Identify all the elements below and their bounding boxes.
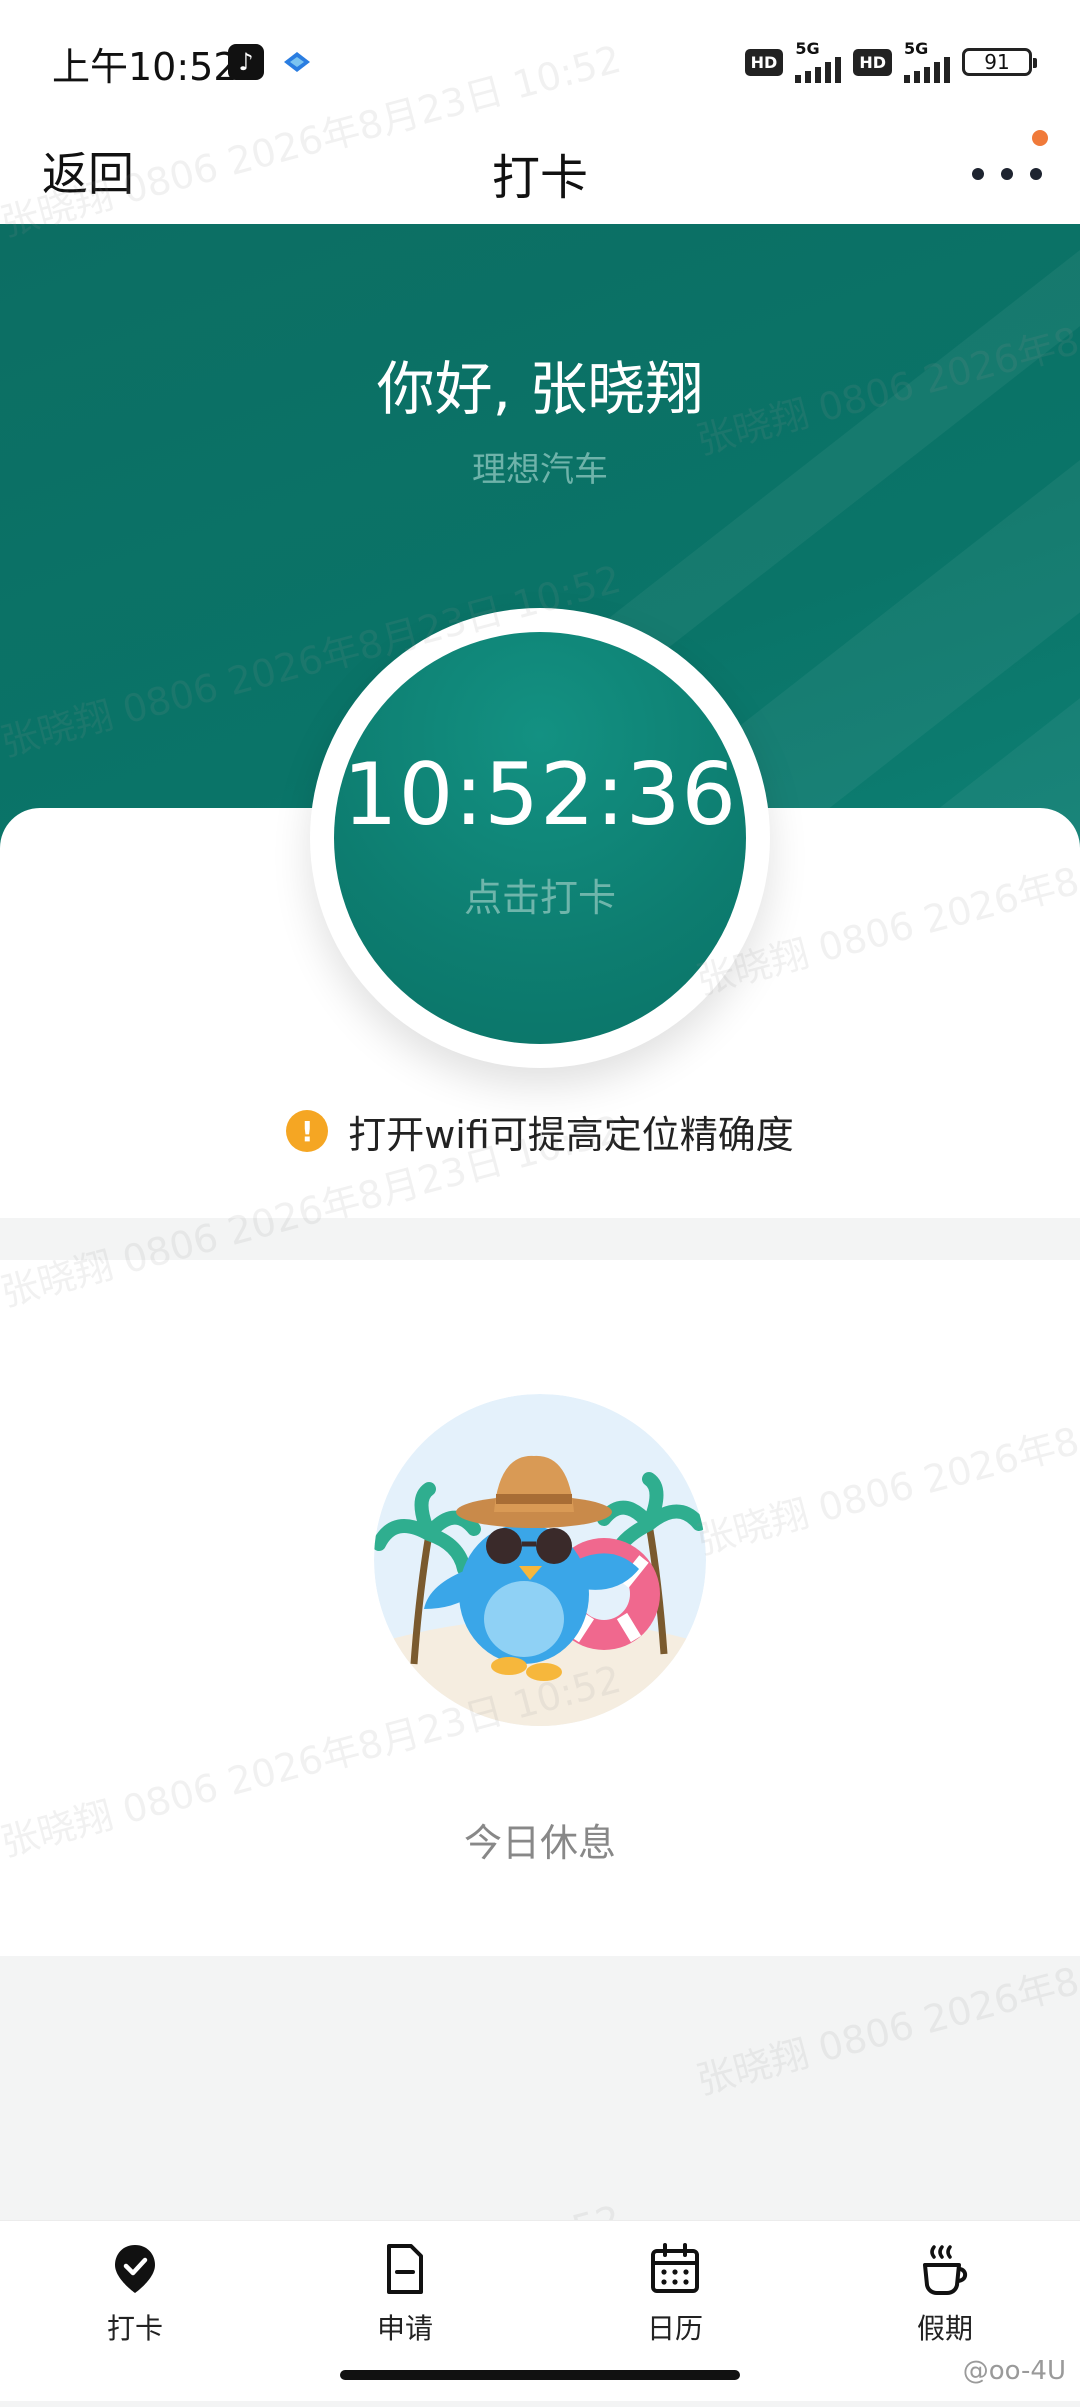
status-indicators: HD 5G HD 5G 91 [744, 39, 1037, 83]
signal-icon: 5G [904, 41, 950, 83]
app-bird-icon [284, 52, 310, 72]
tab-label: 假期 [916, 2312, 973, 2345]
more-dots-icon[interactable] [972, 152, 1042, 196]
network-type: 5G [904, 39, 929, 58]
document-icon [387, 2244, 423, 2294]
home-indicator[interactable] [340, 2370, 740, 2380]
tiktok-icon: ♪ [228, 44, 264, 80]
checkin-button[interactable]: 10:52:36 点击打卡 [334, 632, 746, 1044]
wifi-tip: ! 打开wifi可提高定位精确度 [0, 1106, 1080, 1157]
tab-label: 打卡 [106, 2312, 163, 2345]
clock-time: 10:52:36 [342, 744, 738, 845]
hd-badge: HD [853, 48, 892, 76]
weibo-watermark: @oo-4U [962, 2356, 1066, 2386]
checkin-label: 点击打卡 [463, 875, 616, 920]
signal-icon: 5G [795, 39, 842, 83]
coffee-cup-icon [923, 2245, 968, 2295]
tab-vacation[interactable]: 假期 [845, 2241, 1045, 2347]
mascot-illustration [374, 1394, 706, 1726]
tab-label: 申请 [376, 2312, 433, 2345]
battery-level: 91 [984, 50, 1010, 74]
tab-calendar[interactable]: 日历 [575, 2241, 775, 2347]
tab-label: 日历 [646, 2312, 703, 2345]
tab-apply[interactable]: 申请 [305, 2241, 505, 2347]
status-time: 上午10:52 [52, 45, 238, 89]
checkin-pin-icon [115, 2245, 155, 2293]
tab-checkin[interactable]: 打卡 [35, 2241, 235, 2347]
watermark: 张晓翔 0806 2026年8 [691, 1958, 1080, 2104]
tip-text: 打开wifi可提高定位精确度 [348, 1112, 794, 1157]
greeting: 你好, 张晓翔 [376, 355, 704, 423]
page-title: 打卡 [491, 150, 588, 206]
calendar-icon [651, 2243, 699, 2293]
company-name: 理想汽车 [472, 450, 608, 490]
network-type: 5G [795, 39, 820, 58]
battery-icon: 91 [962, 48, 1037, 76]
hd-badge: HD [744, 48, 784, 76]
notification-dot [1032, 130, 1048, 146]
status-bar: 上午10:52 ♪ HD 5G HD 5G 91 [0, 0, 1080, 120]
back-button[interactable]: 返回 [42, 138, 134, 204]
rest-status: 今日休息 [463, 1821, 616, 1865]
nav-bar: 打卡 返回 [0, 120, 1080, 224]
warning-icon: ! [286, 1110, 329, 1152]
